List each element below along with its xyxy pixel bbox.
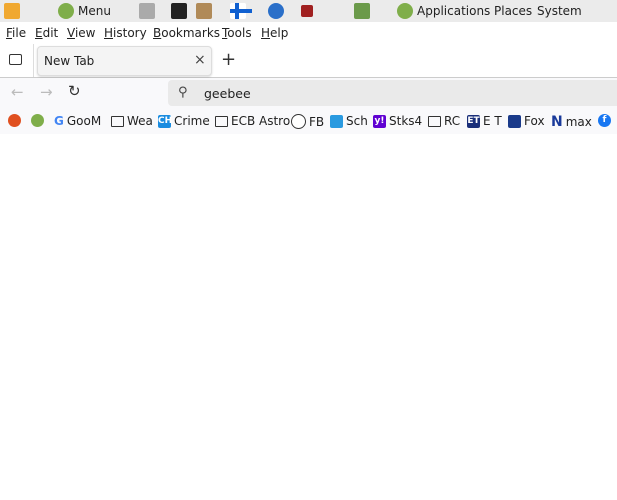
bookmark-fox[interactable]: Fox (508, 114, 545, 128)
menu-view[interactable]: View (67, 26, 95, 40)
bookmark-et[interactable]: ET E T (467, 114, 502, 128)
tab-overview-icon[interactable] (9, 54, 22, 65)
url-bar[interactable]: ⚲ geebee (168, 80, 617, 106)
newsmax-icon: N (551, 114, 563, 130)
ch-icon: CH (158, 114, 173, 128)
applications-menu[interactable]: Applications (417, 4, 490, 18)
facebook-icon: f (598, 114, 611, 127)
tab-title: New Tab (44, 54, 95, 68)
new-tab-button[interactable]: + (221, 49, 236, 70)
page-content (0, 134, 617, 500)
bookmarks-toolbar: G GooM Wea CH Crime ECB Astro FB Sch y! Stk… (0, 108, 617, 134)
back-icon[interactable]: ← (11, 83, 24, 101)
tab-new-tab[interactable]: New Tab × (37, 46, 212, 76)
bookmark-crime[interactable]: CH Crime (158, 114, 210, 128)
bookmark-goom[interactable]: G GooM (54, 114, 101, 128)
folder-icon (428, 115, 441, 127)
menu-file[interactable]: File (6, 26, 26, 40)
bookmark-fb[interactable]: FB (291, 114, 324, 129)
yahoo-icon: y! (373, 114, 386, 128)
menu-tools[interactable]: Tools (222, 26, 252, 40)
mint-logo-icon (397, 3, 413, 19)
tab-strip: New Tab × + (0, 44, 617, 78)
bookmark-rc[interactable]: RC (428, 114, 460, 128)
menu-button[interactable]: Menu (78, 4, 111, 18)
search-icon: ⚲ (178, 85, 188, 100)
folder-icon (215, 115, 228, 127)
schedule-icon (330, 114, 343, 128)
horse-icon (291, 114, 306, 129)
bookmark-mint[interactable] (31, 114, 44, 127)
mint-menu-icon[interactable] (58, 3, 74, 19)
places-menu[interactable]: Places (494, 4, 532, 18)
fox-news-icon (508, 114, 521, 128)
system-menu[interactable]: System (537, 4, 582, 18)
home-folder-icon[interactable] (354, 3, 370, 19)
mint-icon (31, 114, 44, 127)
menu-history[interactable]: History (104, 26, 147, 40)
top-panel: Menu Applications Places System (0, 0, 617, 22)
menu-help[interactable]: Help (261, 26, 288, 40)
folder-icon (111, 115, 124, 127)
url-input[interactable]: geebee (204, 86, 251, 101)
bookmark-wea[interactable]: Wea (111, 114, 153, 128)
close-tab-icon[interactable]: × (194, 52, 206, 68)
menu-bar: File Edit View History Bookmarks Tools H… (0, 22, 617, 44)
bookmark-ubuntu[interactable] (8, 114, 21, 127)
menu-edit[interactable]: Edit (35, 26, 58, 40)
terminal-icon[interactable] (171, 3, 187, 19)
google-icon: G (54, 114, 64, 128)
bookmark-max[interactable]: Nmax (551, 114, 592, 130)
reload-icon[interactable]: ↻ (68, 82, 81, 100)
navigation-bar: ← → ↻ ⚲ geebee (0, 78, 617, 108)
menu-bookmarks[interactable]: Bookmarks (153, 26, 220, 40)
et-icon: ET (467, 114, 480, 128)
bookmark-stks4[interactable]: y! Stks4 (373, 114, 422, 128)
finnish-flag-icon[interactable] (230, 3, 252, 19)
screenshot-icon[interactable] (139, 3, 155, 19)
app-launcher-icon[interactable] (4, 3, 20, 19)
bookmark-facebook[interactable]: f (598, 114, 611, 127)
thunderbird-icon[interactable] (268, 3, 284, 19)
bookmark-sch[interactable]: Sch (330, 114, 368, 128)
archive-manager-icon[interactable] (196, 3, 212, 19)
record-icon[interactable] (301, 5, 313, 17)
forward-icon[interactable]: → (40, 83, 53, 101)
bookmark-ecb-astro[interactable]: ECB Astro (215, 114, 290, 128)
ubuntu-icon (8, 114, 21, 127)
